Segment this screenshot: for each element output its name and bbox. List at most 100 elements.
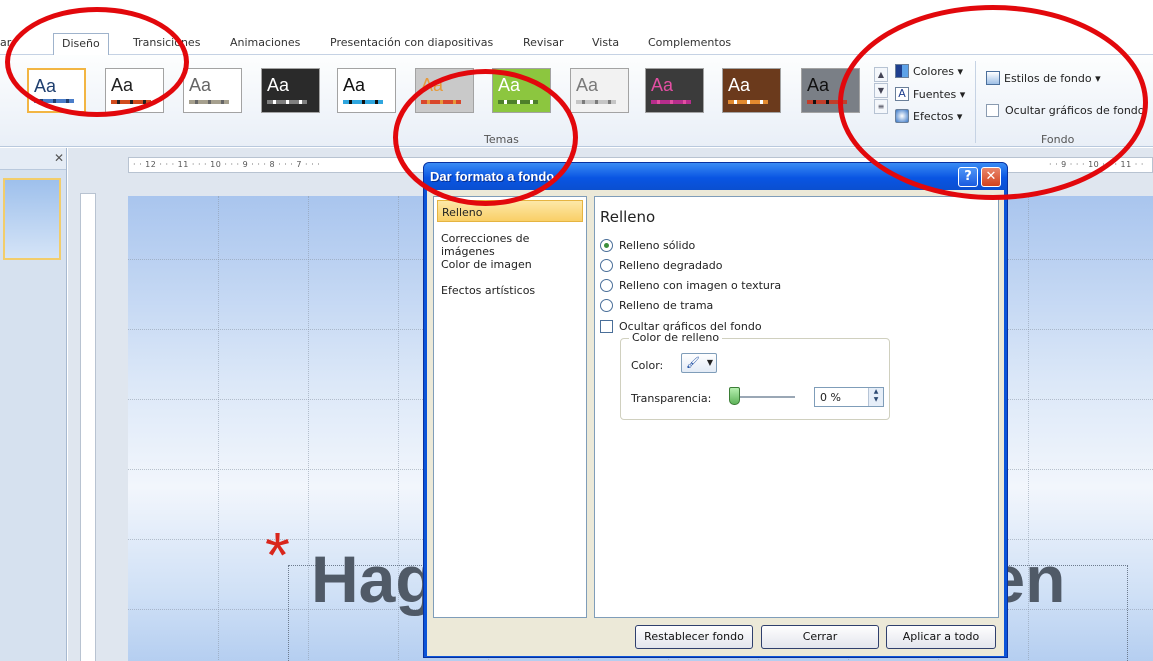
dialog-body: Relleno Correcciones de imágenes Color d… <box>427 190 1004 656</box>
theme-sample-text: Aa <box>111 75 134 95</box>
transparency-label: Transparencia: <box>631 392 712 405</box>
colors-button[interactable]: Colores ▾ <box>895 64 963 78</box>
ribbon-tab-bar: ar Diseño Transiciones Animaciones Prese… <box>0 33 1153 56</box>
radio-solid-fill-dot <box>600 239 613 252</box>
effects-button[interactable]: Efectos ▾ <box>895 109 962 123</box>
group-divider <box>975 61 976 143</box>
reset-background-button[interactable]: Restablecer fondo <box>635 625 753 649</box>
theme-color-strip <box>498 100 538 104</box>
theme-color-strip <box>651 100 691 104</box>
theme-thumbnail[interactable]: Aa <box>27 68 86 113</box>
radio-solid-fill-label: Relleno sólido <box>619 239 696 252</box>
theme-thumbnail[interactable]: Aa <box>645 68 704 113</box>
nav-item-relleno[interactable]: Relleno <box>437 200 583 222</box>
radio-gradient-fill[interactable]: Relleno degradado <box>600 259 722 272</box>
apply-to-all-button[interactable]: Aplicar a todo <box>886 625 996 649</box>
background-styles-label: Estilos de fondo ▾ <box>1004 71 1101 85</box>
fonts-label: Fuentes ▾ <box>913 87 966 101</box>
effects-label: Efectos ▾ <box>913 109 963 123</box>
colors-label: Colores ▾ <box>913 64 963 78</box>
theme-thumbnail[interactable]: Aa <box>570 68 629 113</box>
transparency-input[interactable]: 0 % ▲ ▼ <box>814 387 884 407</box>
tab-animaciones[interactable]: Animaciones <box>230 36 300 49</box>
transparency-slider-thumb[interactable] <box>729 387 740 405</box>
close-pane-icon[interactable]: ✕ <box>54 151 64 165</box>
theme-thumbnail[interactable]: Aa <box>801 68 860 113</box>
hide-graphics-checkbox[interactable]: Ocultar gráficos de fondo <box>986 104 1145 117</box>
gallery-more-button[interactable]: ≡ <box>874 99 888 114</box>
radio-picture-fill[interactable]: Relleno con imagen o textura <box>600 279 781 292</box>
gallery-down-button[interactable]: ▼ <box>874 83 888 98</box>
grid-line <box>218 196 219 661</box>
title-area <box>0 0 1153 33</box>
radio-pattern-fill[interactable]: Relleno de trama <box>600 299 713 312</box>
nav-item-correcciones[interactable]: Correcciones de imágenes <box>437 227 583 258</box>
slide-thumbnail[interactable] <box>3 178 61 260</box>
asterisk-decoration: * <box>265 519 290 591</box>
hide-background-graphics-box <box>600 320 613 333</box>
tab-ar[interactable]: ar <box>0 36 11 49</box>
theme-thumbnail[interactable]: Aa <box>337 68 396 113</box>
theme-thumbnail[interactable]: Aa <box>183 68 242 113</box>
radio-gradient-fill-label: Relleno degradado <box>619 259 723 272</box>
theme-thumbnail[interactable]: Aa <box>492 68 551 113</box>
theme-sample-text: Aa <box>807 75 830 95</box>
colors-icon <box>895 64 909 78</box>
slides-pane: ✕ <box>0 148 67 661</box>
dialog-title-bar[interactable]: Dar formato a fondo ? ✕ <box>424 163 1007 190</box>
radio-picture-fill-label: Relleno con imagen o textura <box>619 279 782 292</box>
fonts-icon: A <box>895 87 909 101</box>
slides-pane-header: ✕ <box>0 148 66 170</box>
background-group-label: Fondo <box>1041 133 1075 146</box>
nav-item-color-imagen[interactable]: Color de imagen <box>437 253 583 275</box>
transparency-spinner[interactable]: ▲ ▼ <box>868 388 883 406</box>
theme-sample-text: Aa <box>189 75 212 95</box>
radio-solid-fill[interactable]: Relleno sólido <box>600 239 695 252</box>
help-icon[interactable]: ? <box>958 167 978 187</box>
nav-item-efectos[interactable]: Efectos artísticos <box>437 279 583 301</box>
theme-color-strip <box>576 100 616 104</box>
radio-picture-fill-dot <box>600 279 613 292</box>
theme-thumbnail[interactable]: Aa <box>415 68 474 113</box>
chevron-down-icon: ▼ <box>706 358 713 367</box>
theme-thumbnail[interactable]: Aa <box>261 68 320 113</box>
radio-gradient-fill-dot <box>600 259 613 272</box>
tab-vista[interactable]: Vista <box>592 36 619 49</box>
color-label: Color: <box>631 359 664 372</box>
gallery-up-button[interactable]: ▲ <box>874 67 888 82</box>
close-icon[interactable]: ✕ <box>981 167 1001 187</box>
theme-sample-text: Aa <box>267 75 290 95</box>
color-picker-button[interactable]: 🖌 ▼ <box>681 353 717 373</box>
theme-sample-text: Aa <box>728 75 751 95</box>
theme-color-strip <box>34 99 74 103</box>
background-styles-button[interactable]: Estilos de fondo ▾ <box>986 71 1101 85</box>
hide-graphics-box <box>986 104 999 117</box>
theme-thumbnail[interactable]: Aa <box>722 68 781 113</box>
tab-complementos[interactable]: Complementos <box>648 36 731 49</box>
theme-color-strip <box>189 100 229 104</box>
radio-pattern-fill-label: Relleno de trama <box>619 299 714 312</box>
slide-title-visible: Hag <box>311 542 436 616</box>
theme-sample-text: Aa <box>343 75 366 95</box>
paint-bucket-icon: 🖌 <box>686 356 700 369</box>
theme-sample-text: Aa <box>651 75 674 95</box>
transparency-value: 0 % <box>820 391 841 404</box>
effects-icon <box>895 109 909 123</box>
ribbon-panel: Aa Aa Aa Aa Aa Aa Aa Aa Aa Aa Aa ▲ ▼ ≡ Colores ▾ A… <box>0 55 1153 147</box>
theme-sample-text: Aa <box>498 75 521 95</box>
tab-presentacion[interactable]: Presentación con diapositivas <box>330 36 493 49</box>
theme-thumbnail[interactable]: Aa <box>105 68 164 113</box>
tab-transiciones[interactable]: Transiciones <box>133 36 200 49</box>
ruler-marks-left: · · 12 · · · 11 · · · 10 · · · 9 · · · 8… <box>133 160 321 169</box>
radio-pattern-fill-dot <box>600 299 613 312</box>
theme-sample-text: Aa <box>34 76 57 96</box>
tab-diseno[interactable]: Diseño <box>53 33 109 56</box>
close-button[interactable]: Cerrar <box>761 625 879 649</box>
category-list: Relleno Correcciones de imágenes Color d… <box>433 196 587 618</box>
transparency-slider[interactable] <box>733 396 795 398</box>
fonts-button[interactable]: A Fuentes ▾ <box>895 87 965 101</box>
fill-panel: Relleno Relleno sólido Relleno degradado… <box>594 196 999 618</box>
theme-color-strip <box>728 100 768 104</box>
theme-color-strip <box>421 100 461 104</box>
tab-revisar[interactable]: Revisar <box>523 36 563 49</box>
